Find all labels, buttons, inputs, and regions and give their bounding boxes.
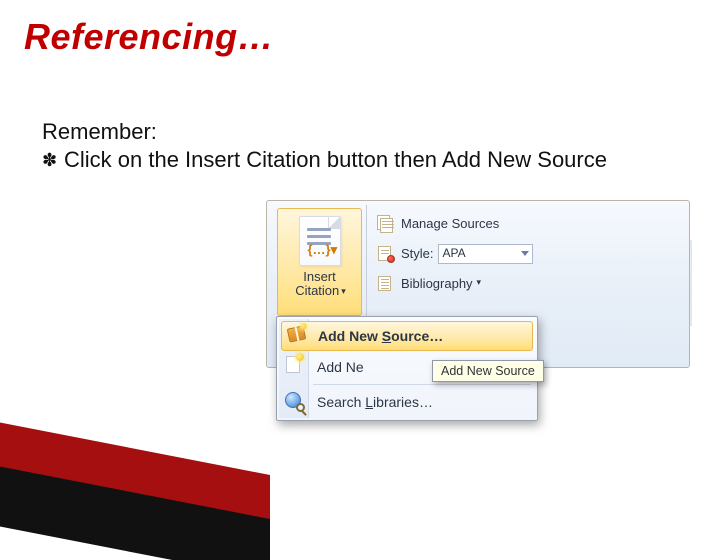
tooltip: Add New Source <box>432 360 544 382</box>
slide-body: Remember: ✽ Click on the Insert Citation… <box>42 118 682 173</box>
menu-separator <box>313 384 531 385</box>
menu-item-label: Add Ne <box>317 359 364 375</box>
bullet-item: ✽ Click on the Insert Citation button th… <box>42 146 682 174</box>
citation-style-select[interactable]: APA <box>438 244 533 264</box>
bullet-icon: ✽ <box>42 149 64 177</box>
manage-sources-icon <box>375 215 395 233</box>
style-icon <box>375 245 395 263</box>
menu-item-add-new-source[interactable]: Add New Source… <box>281 321 533 351</box>
bibliography-icon <box>375 275 395 293</box>
globe-search-icon <box>285 392 301 408</box>
manage-sources-label: Manage Sources <box>401 216 499 231</box>
menu-item-label: Search Libraries… <box>317 394 433 410</box>
slide-title: Referencing… <box>24 16 274 58</box>
manage-sources-button[interactable]: Manage Sources <box>375 211 681 236</box>
book-sparkle-icon <box>287 325 307 342</box>
chevron-down-icon: ▾ <box>341 286 346 296</box>
style-selected-value: APA <box>443 246 466 260</box>
insert-citation-button[interactable]: {…}▾ Insert Citation▾ <box>277 208 362 316</box>
bullet-text: Click on the Insert Citation button then… <box>64 146 682 174</box>
menu-item-search-libraries[interactable]: Search Libraries… <box>279 387 535 417</box>
bibliography-button[interactable]: Bibliography ▾ <box>375 271 681 296</box>
menu-item-label: Add New Source… <box>318 328 443 344</box>
decorative-wedge <box>0 390 290 560</box>
style-label: Style: <box>401 246 434 261</box>
bibliography-label: Bibliography <box>401 276 473 291</box>
document-sparkle-icon <box>286 356 300 373</box>
chevron-down-icon: ▾ <box>477 277 482 288</box>
insert-citation-icon: {…}▾ <box>299 216 341 266</box>
insert-citation-label: Insert Citation▾ <box>278 270 361 299</box>
citation-style-row: Style: APA <box>375 241 681 266</box>
remember-label: Remember: <box>42 118 682 146</box>
